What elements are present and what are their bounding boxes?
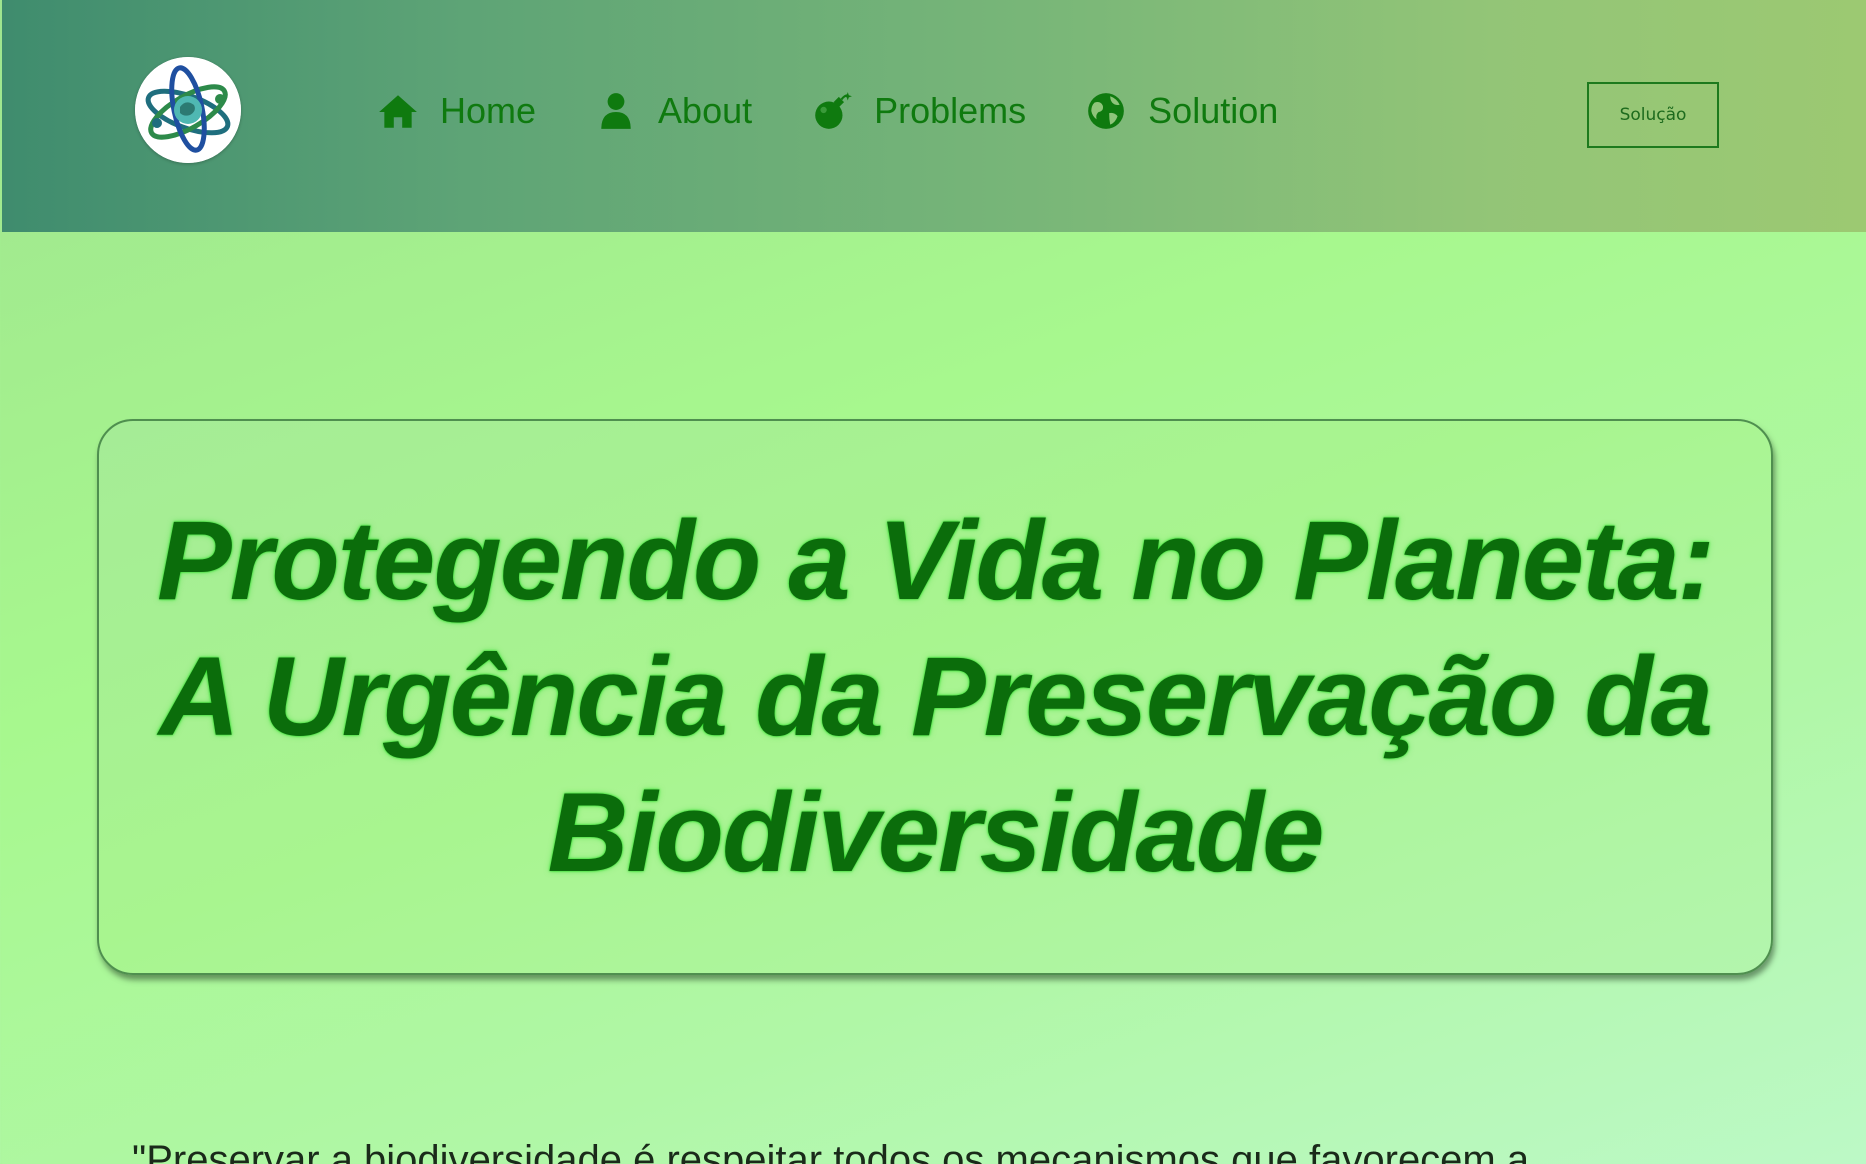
intro-quote: "Preservar a biodiversidade é respeitar … bbox=[132, 1138, 1530, 1164]
solution-button[interactable]: Solução bbox=[1587, 82, 1719, 148]
nav-item-problems[interactable]: Problems bbox=[810, 89, 1026, 133]
hero-card: Protegendo a Vida no Planeta: A Urgência… bbox=[97, 419, 1773, 975]
main-nav: Home About Problems Solution bbox=[376, 84, 1278, 138]
globe-icon bbox=[1084, 89, 1128, 133]
nav-item-label: Home bbox=[440, 90, 537, 131]
page-title: Protegendo a Vida no Planeta: A Urgência… bbox=[157, 498, 1715, 895]
home-icon bbox=[376, 89, 420, 133]
nav-item-about[interactable]: About bbox=[594, 89, 752, 133]
bomb-icon bbox=[810, 89, 854, 133]
atom-globe-logo-icon bbox=[135, 57, 241, 163]
site-header: Home About Problems Solution Solução bbox=[2, 0, 1866, 232]
user-icon bbox=[594, 89, 638, 133]
nav-item-label: About bbox=[658, 90, 753, 131]
site-logo[interactable] bbox=[135, 57, 241, 163]
nav-item-home[interactable]: Home bbox=[376, 89, 536, 133]
nav-item-label: Problems bbox=[874, 90, 1027, 131]
page: Home About Problems Solution Solução Pro… bbox=[2, 0, 1866, 1164]
nav-item-solution[interactable]: Solution bbox=[1084, 89, 1278, 133]
nav-item-label: Solution bbox=[1148, 90, 1279, 131]
